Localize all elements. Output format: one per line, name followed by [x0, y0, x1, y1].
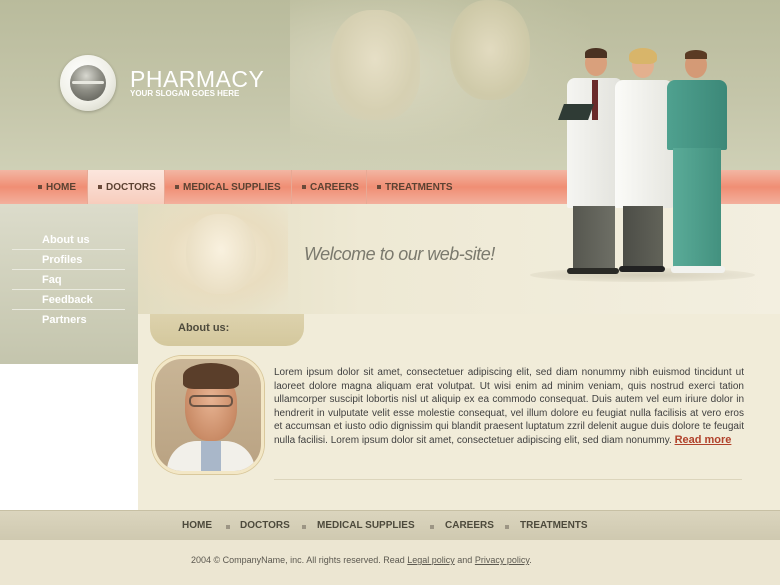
- doctor-2-hair: [629, 48, 657, 64]
- about-title: About us:: [178, 322, 230, 334]
- doctor-2-coat: [615, 80, 673, 208]
- doctor-1-hair: [585, 48, 607, 58]
- sidebar-item-feedback[interactable]: Feedback: [12, 290, 125, 310]
- footer-separator-icon: [505, 525, 509, 529]
- privacy-policy-link[interactable]: Privacy policy: [475, 555, 529, 565]
- doctor-3-hair: [685, 50, 707, 59]
- footer-link-treatments[interactable]: TREATMENTS: [520, 520, 588, 531]
- logo-ball: [70, 65, 106, 101]
- nav-home-label: HOME: [46, 181, 76, 193]
- site-slogan: YOUR SLOGAN GOES HERE: [130, 89, 240, 98]
- doctor-2-shoes: [619, 266, 665, 272]
- doctors-photo: [525, 40, 765, 290]
- footer-separator-icon: [430, 525, 434, 529]
- copyright-text: 2004 © CompanyName, inc. All rights rese…: [191, 555, 532, 565]
- footer-copyright: 2004 © CompanyName, inc. All rights rese…: [0, 540, 780, 585]
- bullet-icon: [98, 185, 102, 189]
- logo-icon[interactable]: [60, 55, 116, 111]
- about-tab: About us:: [150, 314, 304, 346]
- bullet-icon: [38, 185, 42, 189]
- welcome-photo-face: [186, 214, 256, 294]
- welcome-heading: Welcome to our web-site!: [304, 244, 495, 264]
- read-more-link[interactable]: Read more: [675, 434, 732, 446]
- clipboard-icon: [558, 104, 594, 120]
- about-paragraph: Lorem ipsum dolor sit amet, consectetuer…: [274, 367, 744, 446]
- nav-medical-supplies-label: MEDICAL SUPPLIES: [183, 181, 281, 193]
- copyright-prefix: 2004 © CompanyName, inc. All rights rese…: [191, 555, 405, 565]
- nav-doctors[interactable]: DOCTORS: [88, 170, 165, 204]
- nav-medical-supplies[interactable]: MEDICAL SUPPLIES: [165, 170, 292, 204]
- about-body: Lorem ipsum dolor sit amet, consectetuer…: [274, 366, 744, 448]
- sidebar-spacer: [0, 364, 138, 510]
- portrait-shirt: [201, 441, 221, 471]
- nav-treatments[interactable]: TREATMENTS: [367, 170, 467, 204]
- doctor-1-legs: [573, 206, 615, 272]
- doctor-1-tie: [592, 80, 598, 120]
- sidebar-item-faq[interactable]: Faq: [12, 270, 125, 290]
- footer-link-careers[interactable]: CAREERS: [445, 520, 494, 531]
- bullet-icon: [377, 185, 381, 189]
- sidebar-item-profiles[interactable]: Profiles: [12, 250, 125, 270]
- main-content: About us: Lorem ipsum dolor sit amet, co…: [138, 314, 780, 510]
- sidebar-item-about-us[interactable]: About us: [12, 230, 125, 250]
- doctor-3-shoes: [671, 266, 725, 273]
- content-divider: [274, 479, 742, 480]
- footer-nav: HOME DOCTORS MEDICAL SUPPLIES CAREERS TR…: [0, 510, 780, 540]
- nav-careers-label: CAREERS: [310, 181, 359, 193]
- footer-link-doctors[interactable]: DOCTORS: [240, 520, 290, 531]
- doctor-1-shoes: [567, 268, 619, 274]
- footer-separator-icon: [302, 525, 306, 529]
- copyright-and: and: [457, 555, 473, 565]
- nav-home[interactable]: HOME: [28, 170, 88, 204]
- bullet-icon: [302, 185, 306, 189]
- doctor-portrait: [152, 356, 264, 474]
- bullet-icon: [175, 185, 179, 189]
- footer-link-home[interactable]: HOME: [182, 520, 212, 531]
- doctor-3-scrubs-top: [667, 80, 727, 150]
- copyright-period: .: [529, 555, 532, 565]
- doctor-2-legs: [623, 206, 663, 270]
- nav-treatments-label: TREATMENTS: [385, 181, 453, 193]
- sidebar-item-partners[interactable]: Partners: [12, 310, 125, 330]
- legal-policy-link[interactable]: Legal policy: [407, 555, 455, 565]
- nav-doctors-label: DOCTORS: [106, 181, 156, 193]
- footer-link-medical-supplies[interactable]: MEDICAL SUPPLIES: [317, 520, 415, 531]
- nav-careers[interactable]: CAREERS: [292, 170, 367, 204]
- sidebar: About us Profiles Faq Feedback Partners: [0, 204, 138, 364]
- portrait-hair: [183, 363, 239, 389]
- footer-separator-icon: [226, 525, 230, 529]
- doctor-3-scrubs-pants: [673, 148, 721, 270]
- header-photo-man: [450, 0, 530, 100]
- glasses-icon: [189, 395, 233, 407]
- header-photo-woman: [330, 10, 420, 120]
